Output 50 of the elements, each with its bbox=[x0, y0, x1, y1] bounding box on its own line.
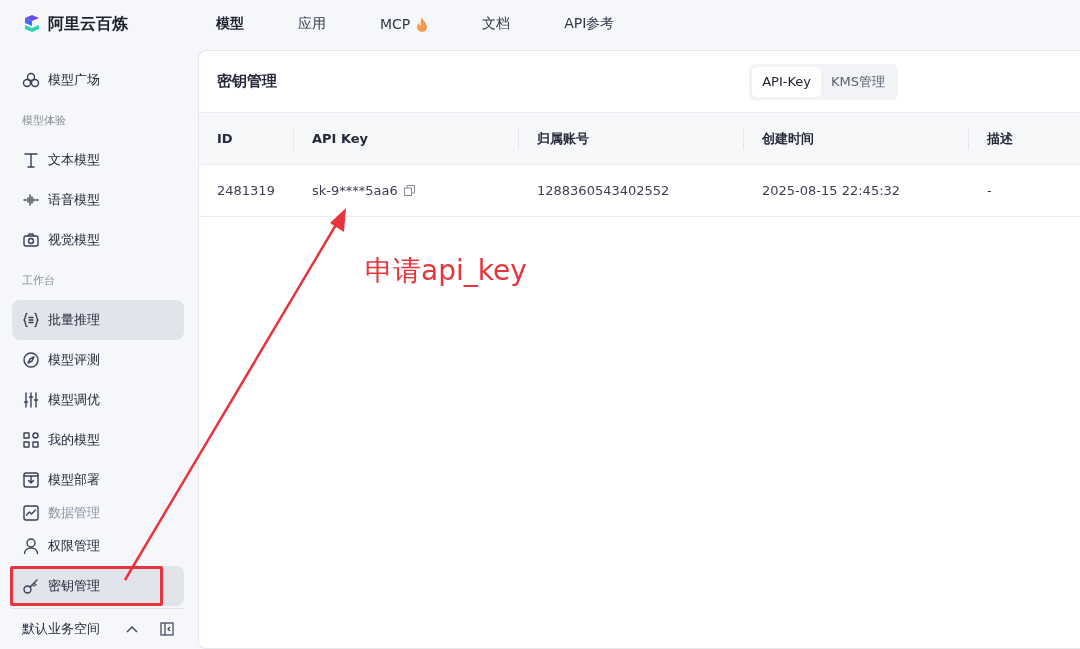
column-header: API Key bbox=[293, 127, 518, 150]
blocks-icon bbox=[22, 431, 40, 449]
nav-tab[interactable]: API参考 bbox=[554, 4, 625, 44]
page-title: 密钥管理 bbox=[217, 72, 278, 91]
annotation-text: 申请api_key bbox=[365, 253, 527, 289]
text-icon bbox=[22, 151, 40, 169]
sidebar-item[interactable]: 权限管理 bbox=[12, 526, 184, 566]
collapse-sidebar-icon[interactable] bbox=[160, 622, 174, 636]
cluster-icon bbox=[22, 71, 40, 89]
sliders-icon bbox=[22, 391, 40, 409]
sidebar-item[interactable]: 模型部署 bbox=[12, 460, 184, 500]
sidebar-item[interactable]: 批量推理 bbox=[12, 300, 184, 340]
section-label: 工作台 bbox=[21, 272, 56, 289]
sidebar-item[interactable]: 模型评测 bbox=[12, 340, 184, 380]
sidebar-item[interactable]: 视觉模型 bbox=[12, 220, 184, 260]
chevron-up-icon[interactable] bbox=[126, 625, 138, 633]
sidebar-item[interactable]: 模型调优 bbox=[12, 380, 184, 420]
sidebar-item[interactable]: 我的模型 bbox=[12, 420, 184, 460]
segment-tab[interactable]: KMS管理 bbox=[821, 66, 895, 97]
column-header: 描述 bbox=[968, 127, 1080, 150]
waveform-icon bbox=[22, 191, 40, 209]
table-cell: 2025-08-15 22:45:32 bbox=[762, 183, 901, 198]
braces-list-icon bbox=[22, 311, 40, 329]
sidebar-item[interactable]: 文本模型 bbox=[12, 140, 184, 180]
nav-tab[interactable]: MCP bbox=[370, 4, 439, 44]
flame-icon bbox=[416, 16, 429, 32]
person-icon bbox=[22, 537, 40, 555]
brand-name: 阿里云百炼 bbox=[48, 13, 128, 35]
section-label: 模型体验 bbox=[21, 112, 67, 129]
nav-tab[interactable]: 应用 bbox=[288, 4, 336, 44]
column-header: 归属账号 bbox=[518, 127, 743, 150]
segment-tab[interactable]: API-Key bbox=[752, 66, 821, 97]
column-header: 创建时间 bbox=[743, 127, 968, 150]
column-header: ID bbox=[216, 129, 234, 148]
logo-icon bbox=[22, 14, 42, 34]
compass-icon bbox=[22, 351, 40, 369]
sidebar-item[interactable]: 模型广场 bbox=[12, 60, 184, 100]
key-icon bbox=[22, 577, 40, 595]
copy-icon[interactable] bbox=[403, 185, 415, 196]
table-cell: 1288360543402552 bbox=[537, 183, 670, 198]
sidebar-item[interactable]: 语音模型 bbox=[12, 180, 184, 220]
chart-box-icon bbox=[22, 504, 40, 522]
camera-icon bbox=[22, 231, 40, 249]
nav-tab[interactable]: 文档 bbox=[472, 4, 521, 44]
table-cell: 2481319 bbox=[217, 183, 275, 198]
workspace-label[interactable]: 默认业务空间 bbox=[22, 620, 116, 638]
table-cell: - bbox=[987, 183, 992, 198]
nav-tab[interactable]: 模型 bbox=[206, 4, 254, 44]
download-box-icon bbox=[22, 471, 40, 489]
table-cell: sk-9****5aa6 bbox=[312, 183, 398, 198]
